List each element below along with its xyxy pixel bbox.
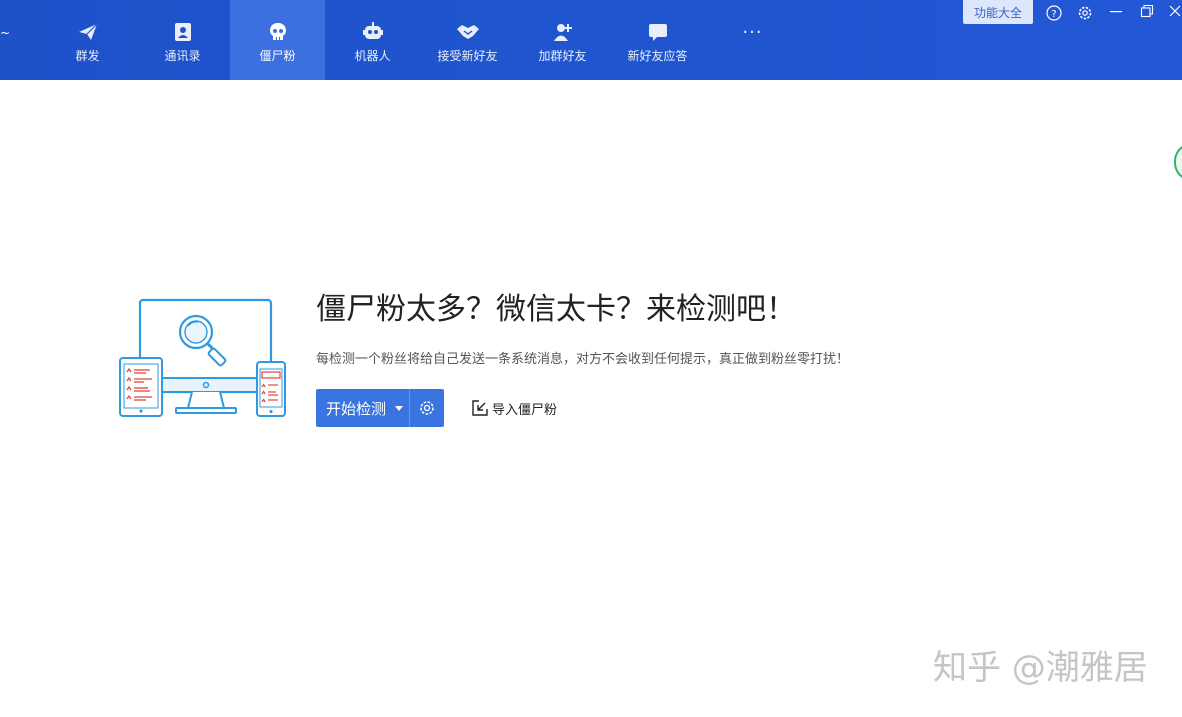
nav-item-robot[interactable]: 机器人 <box>325 0 420 80</box>
function-list-button[interactable]: 功能大全 <box>963 0 1033 24</box>
detection-settings-button[interactable] <box>409 389 444 427</box>
nav-item-contacts[interactable]: 通讯录 <box>135 0 230 80</box>
nav-item-label: 通讯录 <box>164 49 201 63</box>
nav-item-label: 机器人 <box>354 49 391 63</box>
settings-gear-icon <box>420 401 434 415</box>
dropdown-caret-icon[interactable] <box>395 406 403 411</box>
nav-item-accept-friends[interactable]: 接受新好友 <box>420 0 515 80</box>
top-nav-bar: ~ 群发 通讯录 僵尸粉 机器人 接受新好友 加群好友 新好友应答 ··· 功能… <box>0 0 1182 80</box>
nav-item-label: 新好友应答 <box>627 49 688 63</box>
nav-item-zombie-fans[interactable]: 僵尸粉 <box>230 0 325 80</box>
settings-gear-icon[interactable] <box>1075 2 1095 24</box>
paper-plane-icon <box>76 20 100 44</box>
nav-item-new-friend-reply[interactable]: 新好友应答 <box>610 0 705 80</box>
handshake-icon <box>456 20 480 44</box>
add-user-icon <box>551 20 575 44</box>
nav-item-label: 僵尸粉 <box>259 49 296 63</box>
more-icon: ··· <box>742 21 763 43</box>
device-scan-illustration <box>118 296 290 420</box>
watermark-text: 知乎 @潮雅居 <box>933 648 1148 688</box>
nav-item-mass-send[interactable]: 群发 <box>40 0 135 80</box>
page-description: 每检测一个粉丝将给自己发送一条系统消息，对方不会收到任何提示，真正做到粉丝零打扰… <box>316 352 850 367</box>
close-icon[interactable] <box>1166 0 1182 22</box>
start-detection-label: 开始检测 <box>326 399 387 418</box>
edge-glyph: ~ <box>0 26 11 40</box>
contacts-book-icon <box>171 20 195 44</box>
nav-item-add-group-friends[interactable]: 加群好友 <box>515 0 610 80</box>
start-detection-button[interactable]: 开始检测 <box>316 389 409 427</box>
page-headline: 僵尸粉太多？微信太卡？来检测吧！ <box>316 292 796 327</box>
import-arrow-icon <box>470 398 490 418</box>
restore-icon[interactable] <box>1137 0 1157 22</box>
import-zombie-fans-link[interactable]: 导入僵尸粉 <box>470 398 557 418</box>
nav-item-label: 加群好友 <box>538 49 587 63</box>
nav-item-label: 群发 <box>75 49 100 63</box>
help-icon[interactable]: ? <box>1044 2 1064 24</box>
minimize-icon[interactable] <box>1106 0 1126 22</box>
nav-item-label: 接受新好友 <box>437 49 498 63</box>
import-zombie-fans-label: 导入僵尸粉 <box>492 402 558 418</box>
chat-bubble-icon <box>646 20 670 44</box>
svg-text:?: ? <box>1051 9 1056 20</box>
skull-icon <box>266 20 290 44</box>
robot-icon <box>361 20 385 44</box>
floating-side-badge[interactable] <box>1174 143 1182 181</box>
nav-item-more[interactable]: ··· <box>705 0 800 80</box>
main-nav: 群发 通讯录 僵尸粉 机器人 接受新好友 加群好友 新好友应答 ··· <box>40 0 800 80</box>
